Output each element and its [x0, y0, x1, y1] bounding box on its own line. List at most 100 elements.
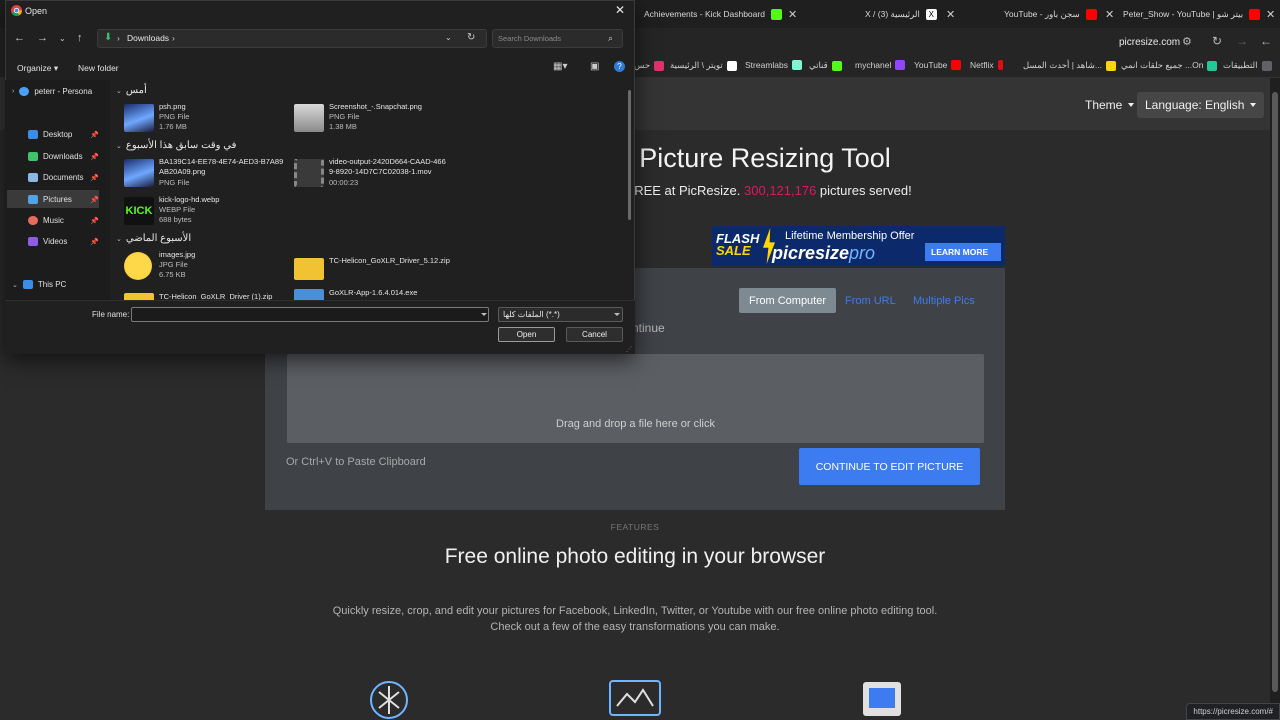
file-name: BA139C14-EE78-4E74-AED3-B7A89 AB20A09.png: [159, 157, 283, 176]
file-item[interactable]: TC-Helicon_GoXLR_Driver_5.12.zip: [294, 254, 464, 290]
file-item[interactable]: KICK kick-logo-hd.webp WEBP File 688 byt…: [124, 195, 294, 231]
bookmark-anime[interactable]: جميع حلقات انمي ...On: [1121, 60, 1218, 71]
file-item[interactable]: psh.png PNG File 1.76 MB: [124, 102, 294, 138]
tab-label: YouTube - سجن باور: [1004, 8, 1080, 19]
help-icon[interactable]: ?: [614, 61, 625, 72]
chevron-down-icon[interactable]: [614, 313, 620, 316]
file-item[interactable]: BA139C14-EE78-4E74-AED3-B7A89 AB20A09.png…: [124, 157, 294, 193]
tab-multiple-pics[interactable]: Multiple Pics: [903, 288, 985, 313]
back-icon[interactable]: ←: [14, 32, 25, 44]
continue-to-edit-button[interactable]: CONTINUE TO EDIT PICTURE: [799, 448, 980, 485]
chevron-down-icon[interactable]: [481, 313, 487, 316]
open-button[interactable]: Open: [498, 327, 555, 342]
bookmark-qanati[interactable]: قناتي: [809, 60, 842, 71]
file-type-select[interactable]: الملفات كلها (*.*): [498, 307, 623, 322]
pin-icon[interactable]: 📌: [90, 196, 99, 204]
pin-icon[interactable]: 📌: [90, 238, 99, 246]
reload-icon[interactable]: ↻: [1212, 34, 1222, 48]
tab-youtube-sajn[interactable]: YouTube - سجن باور ✕: [1004, 4, 1114, 24]
close-icon[interactable]: ✕: [615, 3, 625, 17]
bookmark-netflix[interactable]: Netflix: [970, 60, 1003, 70]
twitch-icon: [895, 60, 906, 70]
pin-icon[interactable]: 📌: [90, 131, 99, 139]
file-type: JPG File: [159, 260, 188, 269]
file-item[interactable]: Screenshot_-.Snapchat.png PNG File 1.38 …: [294, 102, 464, 138]
address-bar[interactable]: picresize.com: [1119, 37, 1180, 48]
promo-banner[interactable]: FLASH SALE Lifetime Membership Offer picr…: [712, 226, 1005, 266]
pin-icon[interactable]: 📌: [90, 174, 99, 182]
nav-label: Downloads: [43, 152, 83, 161]
tab-peter-show[interactable]: Peter_Show - YouTube | بيتر شو ✕: [1123, 4, 1275, 24]
nav-pictures[interactable]: Pictures 📌: [28, 195, 99, 204]
file-size: 1.76 MB: [159, 122, 187, 131]
group-header-earlier-this-week[interactable]: ⌄ في وقت سابق هذا الأسبوع: [116, 140, 236, 151]
pin-icon[interactable]: 📌: [90, 217, 99, 225]
up-folder-icon[interactable]: ↑: [77, 32, 83, 44]
close-icon[interactable]: ✕: [1105, 8, 1114, 21]
site-settings-icon[interactable]: ⚙: [1182, 35, 1192, 48]
learn-more-button[interactable]: LEARN MORE: [925, 243, 1001, 261]
download-folder-icon: ⬇: [104, 32, 113, 43]
pin-icon[interactable]: 📌: [90, 153, 99, 161]
convert-feature-icon: [863, 682, 901, 716]
forward-icon[interactable]: →: [37, 32, 48, 44]
video-thumbnail: [294, 159, 324, 187]
bookmark-label: YouTube: [914, 60, 948, 70]
theme-dropdown[interactable]: Theme: [1077, 92, 1142, 118]
nav-music[interactable]: Music 📌: [28, 216, 99, 225]
language-dropdown[interactable]: Language: English: [1137, 92, 1265, 118]
nav-label: Videos: [43, 237, 68, 246]
file-item[interactable]: GoXLR-App-1.6.4.014.exe: [294, 287, 464, 301]
netflix-icon: [997, 60, 1003, 70]
new-folder-button[interactable]: New folder: [78, 63, 119, 73]
close-icon[interactable]: ✕: [946, 8, 955, 21]
computer-icon: [22, 280, 33, 289]
close-icon[interactable]: ✕: [1266, 8, 1275, 21]
bookmark-streamlabs[interactable]: Streamlabs: [745, 60, 802, 70]
bookmark-instagram[interactable]: حس: [634, 60, 665, 71]
recent-dropdown-icon[interactable]: ⌄: [59, 34, 66, 43]
bookmark-apps[interactable]: التطبيقات: [1223, 60, 1272, 71]
page-scrollbar[interactable]: [1270, 78, 1280, 720]
path-segment-downloads[interactable]: Downloads: [127, 33, 169, 43]
nav-this-pc[interactable]: ⌄ This PC: [12, 280, 66, 289]
search-placeholder: Search Downloads: [498, 34, 561, 43]
bookmark-twitter[interactable]: تويتر \ الرئيسية: [670, 60, 737, 71]
tab-x-home[interactable]: X / الرئيسية (3) X ✕: [865, 4, 955, 24]
bookmark-youtube[interactable]: YouTube: [914, 60, 962, 70]
tab-kick-dashboard[interactable]: Achievements - Kick Dashboard ✕: [644, 4, 797, 24]
nav-desktop[interactable]: Desktop 📌: [28, 130, 99, 139]
cancel-button[interactable]: Cancel: [566, 327, 623, 342]
resize-grip-icon[interactable]: ⋰: [626, 346, 632, 353]
view-options-icon[interactable]: ▦▾: [553, 61, 567, 72]
chevron-right-icon: ›: [117, 33, 120, 43]
refresh-icon[interactable]: ↻: [467, 32, 475, 43]
nav-videos[interactable]: Videos 📌: [28, 237, 99, 246]
bookmark-label: حس: [634, 60, 651, 70]
chevron-down-icon: ⌄: [12, 281, 18, 289]
tab-from-url[interactable]: From URL: [835, 288, 906, 313]
bookmark-mychanel[interactable]: mychanel: [855, 60, 906, 70]
nav-onedrive[interactable]: › peterr - Persona: [12, 87, 92, 96]
preview-pane-icon[interactable]: ▣: [590, 61, 599, 72]
tab-from-computer[interactable]: From Computer: [739, 288, 837, 313]
close-icon[interactable]: ✕: [788, 8, 797, 21]
organize-menu[interactable]: Organize ▾: [17, 63, 58, 74]
forward-icon[interactable]: →: [1236, 34, 1248, 48]
group-header-last-week[interactable]: ⌄ الأسبوع الماضي: [116, 233, 191, 244]
dialog-scrollbar[interactable]: [628, 90, 631, 220]
back-icon[interactable]: ←: [1260, 34, 1272, 48]
nav-documents[interactable]: Documents 📌: [28, 173, 99, 182]
scrollbar-thumb[interactable]: [1272, 92, 1278, 692]
nav-downloads[interactable]: Downloads 📌: [28, 152, 99, 161]
bookmark-shahid[interactable]: شاهد | أحدث المسل...: [1023, 60, 1117, 71]
chevron-down-icon[interactable]: ⌄: [445, 33, 452, 42]
kick-logo-thumbnail: KICK: [124, 197, 154, 225]
file-item[interactable]: images.jpg JPG File 6.75 KB: [124, 250, 294, 286]
zip-folder-icon: [294, 258, 324, 280]
chevron-right-icon: ›: [12, 88, 15, 95]
group-header-yesterday[interactable]: ⌄ أمس: [116, 85, 147, 96]
file-item[interactable]: video-output-2420D664-CAAD-466 9-8920-14D…: [294, 157, 464, 193]
nav-label: Desktop: [43, 130, 73, 139]
file-name-input[interactable]: [131, 307, 489, 322]
